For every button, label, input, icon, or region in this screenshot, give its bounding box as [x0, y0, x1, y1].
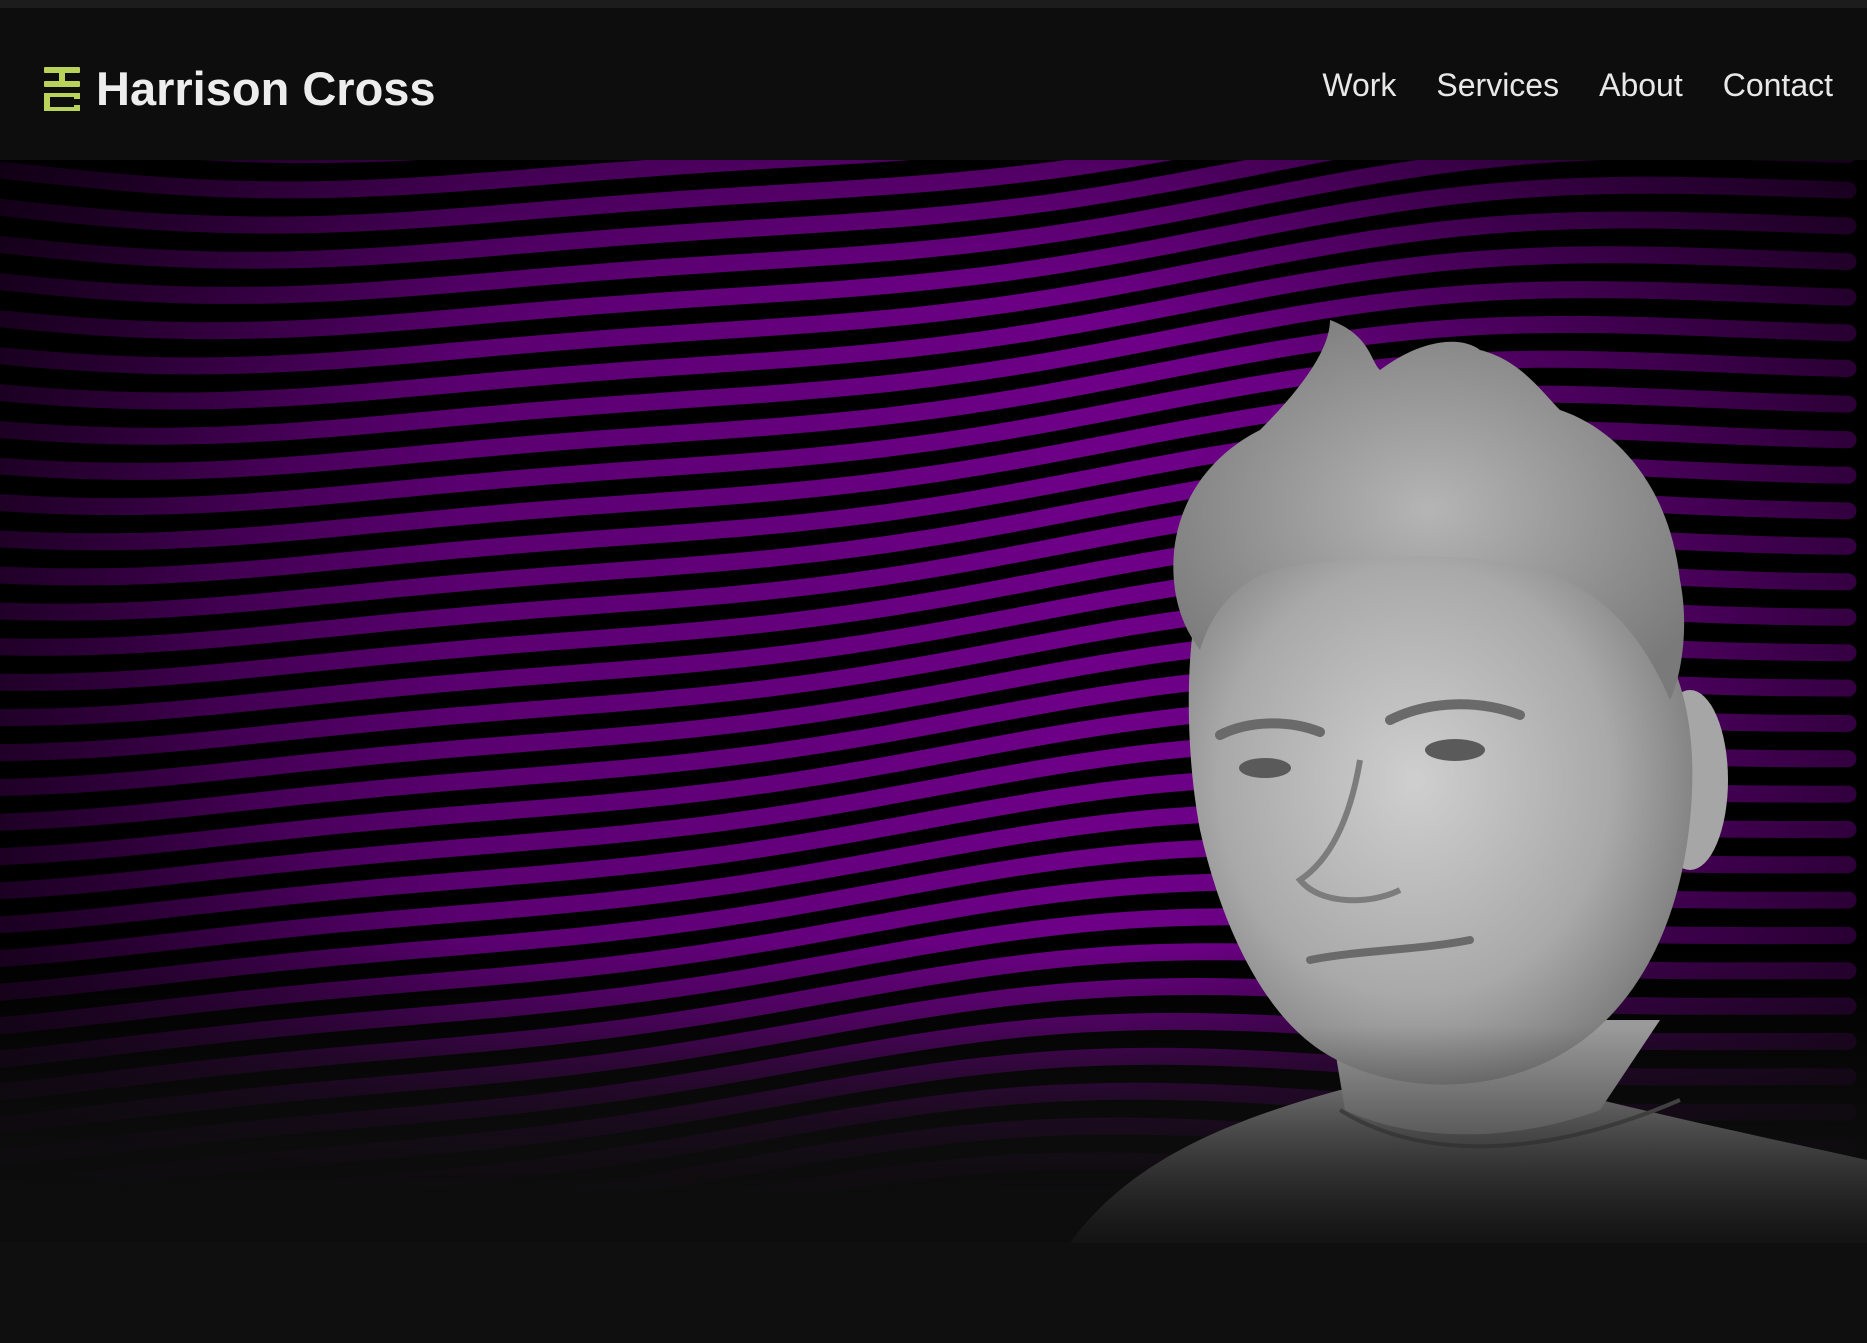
nav-link-contact[interactable]: Contact	[1723, 66, 1833, 104]
nav-link-work[interactable]: Work	[1322, 66, 1396, 104]
nav-link-services[interactable]: Services	[1436, 66, 1559, 104]
nav-link-about[interactable]: About	[1599, 66, 1683, 104]
hero-section	[0, 160, 1867, 1243]
top-edge-strip	[0, 0, 1867, 8]
hc-monogram-icon	[44, 67, 80, 111]
footer-band	[0, 1243, 1867, 1343]
site-name: Harrison Cross	[96, 61, 436, 115]
brand-logo-link[interactable]: Harrison Cross	[42, 52, 436, 124]
main-nav: Work Services About Contact	[1282, 66, 1833, 104]
portrait-photo	[0, 160, 1867, 1243]
site-header: Harrison Cross Work Services About Conta…	[0, 8, 1867, 160]
